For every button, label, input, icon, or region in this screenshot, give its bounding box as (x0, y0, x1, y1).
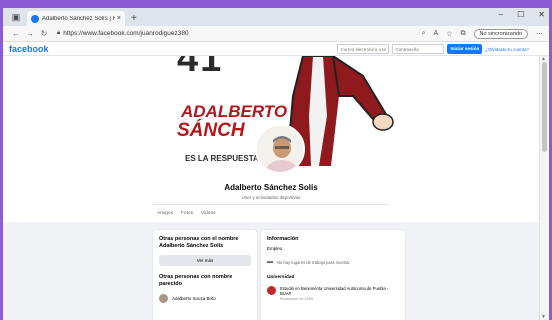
page-scrollbar[interactable]: ▲ ▼ (539, 56, 549, 320)
briefcase-icon: ▬ (267, 259, 273, 265)
browser-tab-bar: ▣ Adalberto Sánchez Solís | Faceb… × + –… (3, 8, 549, 26)
profile-avatar[interactable] (255, 124, 305, 174)
profile-name: Adalberto Sánchez Solís (224, 183, 318, 192)
profile-tabs: Amigos Fotos Videos (157, 211, 216, 216)
tab-videos[interactable]: Videos (201, 211, 216, 216)
refresh-icon[interactable]: ↻ (37, 29, 51, 38)
window-controls: – ☐ ✕ (499, 10, 545, 19)
profile-header: 41 ADALBERTO SÁNCH ES LA RESPUESTA Adalb… (3, 56, 539, 222)
email-field[interactable] (337, 44, 390, 54)
avatar-photo (257, 126, 303, 172)
more-options-icon[interactable]: ⋯ (536, 30, 543, 38)
minimize-icon[interactable]: – (499, 10, 503, 19)
forgot-account-link[interactable]: ¿Olvidaste tu cuenta? (485, 47, 529, 52)
collections-icon[interactable]: ⧉ (461, 30, 466, 38)
university-value[interactable]: Estudió en Benemérita Universidad Autóno… (280, 286, 399, 296)
person-name: Adalberto Souza Brito (172, 296, 216, 301)
employment-label: Empleo (267, 246, 283, 251)
password-field[interactable] (392, 44, 445, 54)
tab-amigos[interactable]: Amigos (157, 211, 173, 216)
address-bar: ← → ↻ 🔒︎ https://www.facebook.com/juanro… (3, 26, 549, 42)
cover-name-line1: ADALBERTO (181, 102, 288, 121)
address-bar-actions: ⌕ A ☆ ⧉ No sincronizando ⋯ (422, 28, 543, 39)
employment-value: No hay lugares de trabajo para mostrar (277, 259, 350, 265)
university-logo-icon[interactable] (267, 286, 276, 295)
university-row: Estudió en Benemérita Universidad Autóno… (267, 286, 399, 301)
zoom-icon[interactable]: ⌕ (422, 30, 426, 38)
purple-frame-top (0, 0, 552, 8)
profile-category: User y actividades deportivas (241, 195, 301, 200)
forward-arrow-icon[interactable]: → (23, 29, 37, 38)
see-more-button[interactable]: Ver más (159, 255, 251, 266)
login-form: Iniciar sesión ¿Olvidaste tu cuenta? (337, 44, 529, 54)
tab-title: Adalberto Sánchez Solís | Faceb… (42, 15, 115, 22)
lock-icon: 🔒︎ (57, 30, 61, 36)
cover-name-line2: SÁNCH (177, 120, 245, 141)
browser-tab[interactable]: Adalberto Sánchez Solís | Faceb… × (27, 11, 125, 26)
restore-icon[interactable]: ☐ (517, 10, 524, 19)
info-title: Información (267, 236, 299, 242)
tab-fotos[interactable]: Fotos (181, 211, 193, 216)
tab-close-icon[interactable]: × (117, 15, 121, 22)
avatar (159, 294, 168, 303)
facebook-header: facebook Iniciar sesión ¿Olvidaste tu cu… (3, 42, 549, 56)
other-people-title: Otras personas con el nombre Adalberto S… (159, 236, 239, 249)
tab-actions-icon[interactable]: ▣ (9, 10, 23, 24)
favorites-star-icon[interactable]: ☆ (446, 30, 452, 38)
facebook-logo[interactable]: facebook (9, 44, 49, 54)
read-aloud-icon[interactable]: A (434, 30, 439, 37)
scroll-down-icon[interactable]: ▼ (541, 314, 546, 320)
university-label: Universidad (267, 275, 295, 280)
scrollbar-thumb[interactable] (542, 62, 547, 152)
profile-divider (153, 204, 389, 205)
cover-slogan: ES LA RESPUESTA (185, 154, 259, 163)
new-tab-button[interactable]: + (131, 13, 137, 24)
close-window-icon[interactable]: ✕ (538, 10, 545, 19)
facebook-favicon-icon (31, 14, 39, 23)
url-text: https://www.facebook.com/juanrodiguez380 (63, 30, 189, 37)
browser-window: ▣ Adalberto Sánchez Solís | Faceb… × + –… (3, 8, 549, 320)
similar-names-title: Otras personas con nombre parecido (159, 274, 233, 287)
university-date: Promoción de 1994 (280, 297, 313, 301)
list-item[interactable]: Adalberto Souza Brito (159, 294, 251, 303)
employment-row: ▬ No hay lugares de trabajo para mostrar (267, 259, 399, 265)
cover-number: 41 (177, 56, 224, 80)
other-people-card: Otras personas con el nombre Adalberto S… (153, 230, 257, 320)
page-content: 41 ADALBERTO SÁNCH ES LA RESPUESTA Adalb… (3, 56, 539, 320)
back-arrow-icon[interactable]: ← (9, 29, 23, 38)
info-card: Información Empleo ▬ No hay lugares de t… (261, 230, 405, 320)
sync-status-button[interactable]: No sincronizando (473, 28, 528, 39)
url-field[interactable]: 🔒︎ https://www.facebook.com/juanrodiguez… (57, 30, 422, 37)
login-button[interactable]: Iniciar sesión (447, 44, 483, 54)
